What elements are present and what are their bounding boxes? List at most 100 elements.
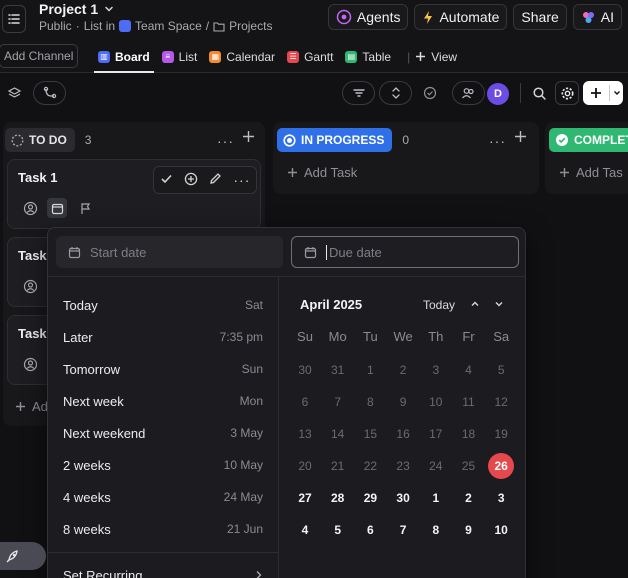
- due-date-icon[interactable]: [47, 198, 67, 218]
- assignees-button[interactable]: [452, 81, 485, 105]
- tab-table[interactable]: ▤ Table: [345, 40, 391, 73]
- project-title[interactable]: Project 1: [39, 1, 114, 17]
- add-task-split-button[interactable]: [583, 81, 623, 105]
- layers-button[interactable]: [1, 81, 27, 105]
- calendar-day[interactable]: 5: [488, 357, 514, 383]
- calendar-day[interactable]: 31: [325, 357, 351, 383]
- tab-gantt[interactable]: ☰ Gantt: [287, 40, 333, 73]
- assignee-icon[interactable]: [20, 354, 40, 374]
- calendar-day[interactable]: 15: [357, 421, 383, 447]
- visibility-label[interactable]: Public: [39, 19, 72, 33]
- calendar-day[interactable]: 13: [292, 421, 318, 447]
- calendar-day[interactable]: 8: [357, 389, 383, 415]
- due-date-input[interactable]: Due date: [291, 236, 519, 268]
- date-preset-item[interactable]: 8 weeks 21 Jun: [63, 519, 263, 539]
- calendar-day-today[interactable]: 26: [488, 453, 515, 479]
- date-preset-item[interactable]: Next weekend 3 May: [63, 423, 263, 443]
- calendar-day[interactable]: 4: [292, 517, 318, 543]
- add-task-todo[interactable]: Ad: [15, 399, 48, 414]
- calendar-day[interactable]: 11: [456, 389, 482, 415]
- chevron-down-icon[interactable]: [491, 296, 507, 312]
- calendar-day[interactable]: 17: [423, 421, 449, 447]
- calendar-day[interactable]: 19: [488, 421, 514, 447]
- sort-button[interactable]: [379, 81, 412, 105]
- column-add-icon[interactable]: [242, 130, 255, 146]
- calendar-day[interactable]: 7: [325, 389, 351, 415]
- tab-list[interactable]: ≡ List: [161, 40, 197, 73]
- add-subtask-icon[interactable]: [184, 172, 198, 189]
- search-button[interactable]: [528, 81, 550, 105]
- calendar-day[interactable]: 2: [390, 357, 416, 383]
- date-preset-item[interactable]: Today Sat: [63, 295, 263, 315]
- calendar-day[interactable]: 20: [292, 453, 318, 479]
- calendar-day[interactable]: 29: [357, 485, 383, 511]
- calendar-day[interactable]: 22: [357, 453, 383, 479]
- column-more-icon[interactable]: ···: [489, 133, 506, 149]
- subtasks-button[interactable]: [33, 81, 66, 105]
- more-icon[interactable]: ···: [233, 172, 250, 188]
- calendar-day[interactable]: 12: [488, 389, 514, 415]
- calendar-day[interactable]: 10: [488, 517, 514, 543]
- calendar-day[interactable]: 28: [325, 485, 351, 511]
- tab-board[interactable]: ▥ Board: [94, 40, 154, 73]
- status-complete[interactable]: COMPLETE: [549, 128, 628, 152]
- calendar-day[interactable]: 7: [390, 517, 416, 543]
- check-icon[interactable]: [160, 172, 173, 188]
- breadcrumb-space[interactable]: Team Space: [135, 19, 202, 33]
- add-task-in-progress[interactable]: Add Task: [287, 165, 357, 180]
- add-channel-button[interactable]: Add Channel: [0, 44, 79, 68]
- calendar-day[interactable]: 8: [423, 517, 449, 543]
- date-preset-item[interactable]: Tomorrow Sun: [63, 359, 263, 379]
- calendar-day[interactable]: 2: [456, 485, 482, 511]
- tab-calendar[interactable]: ▦ Calendar: [209, 40, 275, 73]
- calendar-day[interactable]: 25: [456, 453, 482, 479]
- filter-button[interactable]: [342, 81, 375, 105]
- calendar-day[interactable]: 1: [357, 357, 383, 383]
- calendar-day[interactable]: 5: [325, 517, 351, 543]
- sidebar-toggle-button[interactable]: [2, 5, 26, 33]
- calendar-day[interactable]: 16: [390, 421, 416, 447]
- agents-button[interactable]: Agents: [327, 4, 409, 30]
- avatar[interactable]: D: [487, 83, 509, 105]
- pencil-icon[interactable]: [209, 172, 222, 188]
- calendar-day[interactable]: 18: [456, 421, 482, 447]
- calendar-day[interactable]: 30: [390, 485, 416, 511]
- calendar-day[interactable]: 4: [456, 357, 482, 383]
- calendar-day[interactable]: 3: [488, 485, 514, 511]
- calendar-today-button[interactable]: Today: [423, 298, 455, 312]
- calendar-day[interactable]: 10: [423, 389, 449, 415]
- calendar-day[interactable]: 23: [390, 453, 416, 479]
- date-preset-item[interactable]: Next week Mon: [63, 391, 263, 411]
- breadcrumb-folder[interactable]: Projects: [229, 19, 272, 33]
- assignee-icon[interactable]: [20, 276, 40, 296]
- date-preset-item[interactable]: Later 7:35 pm: [63, 327, 263, 347]
- date-preset-item[interactable]: 2 weeks 10 May: [63, 455, 263, 475]
- rocket-button[interactable]: [0, 542, 46, 570]
- assignee-icon[interactable]: [20, 198, 40, 218]
- set-recurring-button[interactable]: Set Recurring: [63, 565, 263, 578]
- calendar-day[interactable]: 6: [292, 389, 318, 415]
- calendar-day[interactable]: 27: [292, 485, 318, 511]
- calendar-day[interactable]: 3: [423, 357, 449, 383]
- calendar-day[interactable]: 24: [423, 453, 449, 479]
- flag-icon[interactable]: [75, 198, 95, 218]
- date-preset-item[interactable]: 4 weeks 24 May: [63, 487, 263, 507]
- settings-button[interactable]: [555, 81, 579, 105]
- closed-tasks-button[interactable]: [418, 81, 442, 105]
- chevron-up-icon[interactable]: [467, 296, 483, 312]
- automate-button[interactable]: Automate: [414, 4, 508, 30]
- calendar-day[interactable]: 1: [423, 485, 449, 511]
- status-todo[interactable]: TO DO: [5, 128, 75, 152]
- status-in-progress[interactable]: IN PROGRESS: [277, 128, 393, 152]
- ai-button[interactable]: AI: [572, 4, 622, 30]
- task-card[interactable]: Task 1 ···: [7, 159, 261, 229]
- column-more-icon[interactable]: ···: [217, 133, 234, 149]
- share-button[interactable]: Share: [513, 4, 567, 30]
- calendar-day[interactable]: 6: [357, 517, 383, 543]
- add-view-button[interactable]: | View: [407, 50, 457, 64]
- calendar-day[interactable]: 9: [390, 389, 416, 415]
- column-add-icon[interactable]: [514, 130, 527, 146]
- calendar-day[interactable]: 14: [325, 421, 351, 447]
- calendar-day[interactable]: 9: [456, 517, 482, 543]
- add-task-complete[interactable]: Add Tas: [559, 165, 623, 180]
